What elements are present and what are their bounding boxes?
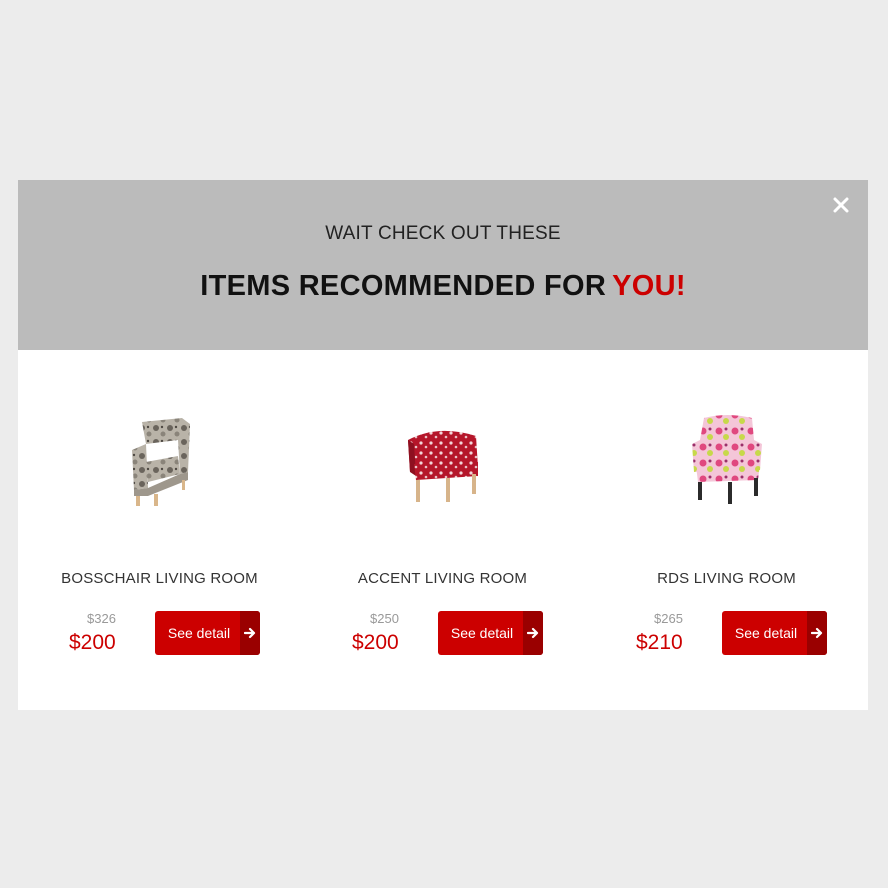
old-price: $250 [370, 611, 399, 626]
sale-price: $210 [636, 631, 683, 654]
product-name[interactable]: RDS LIVING ROOM [585, 570, 868, 587]
product-image[interactable] [18, 405, 301, 515]
pink-floral-wingback-chair-image [691, 415, 762, 504]
sale-price: $200 [69, 631, 116, 654]
recommendation-popup: WAIT CHECK OUT THESE ITEMS RECOMMENDED F… [18, 180, 868, 710]
product-card: RDS LIVING ROOM $265 $210 See detail [585, 350, 868, 710]
red-patterned-tub-chair-image [407, 430, 478, 502]
see-detail-button[interactable]: See detail [722, 611, 827, 655]
arrow-right-icon [807, 611, 827, 655]
headline-main: ITEMS RECOMMENDED FOR [200, 270, 607, 302]
see-detail-label: See detail [450, 625, 514, 641]
see-detail-button[interactable]: See detail [438, 611, 543, 655]
product-name[interactable]: BOSSCHAIR LIVING ROOM [18, 570, 301, 587]
gray-floral-armchair-image [131, 418, 190, 506]
product-list: BOSSCHAIR LIVING ROOM $326 $200 See deta… [18, 350, 868, 710]
product-card: BOSSCHAIR LIVING ROOM $326 $200 See deta… [18, 350, 301, 710]
popup-headline: ITEMS RECOMMENDED FOR YOU! [18, 270, 868, 303]
sale-price: $200 [352, 631, 399, 654]
product-image[interactable] [585, 405, 868, 515]
old-price: $265 [654, 611, 683, 626]
see-detail-label: See detail [167, 625, 231, 641]
close-icon[interactable] [830, 194, 852, 216]
old-price: $326 [87, 611, 116, 626]
popup-subtitle: WAIT CHECK OUT THESE [325, 223, 561, 244]
see-detail-label: See detail [734, 625, 798, 641]
product-card: ACCENT LIVING ROOM $250 $200 See detail [301, 350, 584, 710]
see-detail-button[interactable]: See detail [155, 611, 260, 655]
headline-accent: YOU! [612, 270, 686, 302]
product-name[interactable]: ACCENT LIVING ROOM [301, 570, 584, 587]
arrow-right-icon [240, 611, 260, 655]
product-image[interactable] [301, 405, 584, 515]
popup-header: WAIT CHECK OUT THESE ITEMS RECOMMENDED F… [18, 180, 868, 350]
arrow-right-icon [523, 611, 543, 655]
